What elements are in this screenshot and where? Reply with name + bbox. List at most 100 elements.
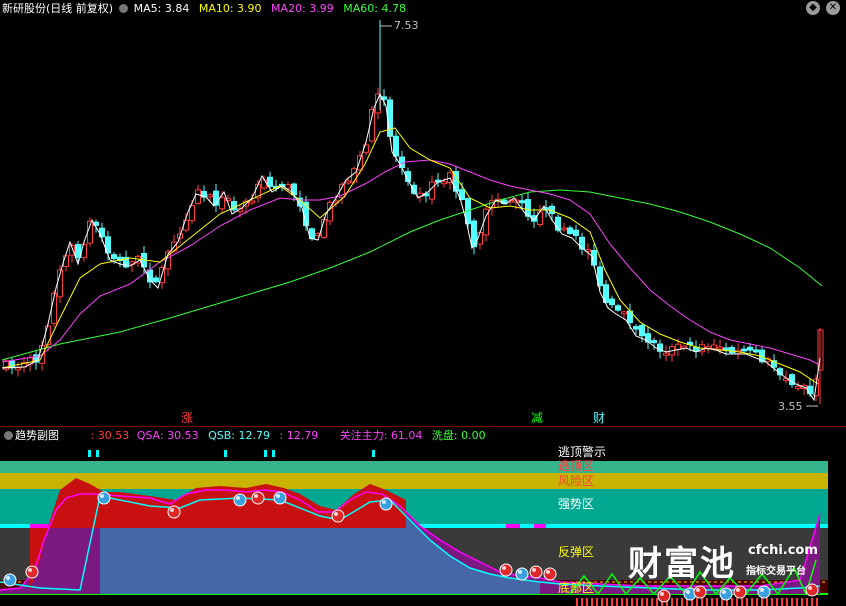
high-label: 7.53 — [394, 19, 419, 32]
signal-ball-blue-shine — [686, 590, 690, 594]
zone-label-zone5: 反弹区 — [558, 545, 594, 559]
candle-body — [429, 181, 435, 200]
candle-body — [561, 227, 567, 231]
bottom-tick — [641, 598, 643, 606]
candle-body — [609, 298, 615, 306]
candle-body — [795, 385, 801, 389]
signal-label-zhang: 涨 — [181, 410, 193, 425]
bottom-tick — [706, 598, 708, 606]
signal-ball-red-shine — [502, 566, 506, 570]
bottom-tick — [756, 598, 758, 606]
sub-title[interactable]: 趋势副图 — [15, 427, 59, 445]
value-4: : 12.79 — [279, 429, 319, 442]
signal-ball-red-shine — [546, 570, 550, 574]
signal-ball-red — [167, 505, 181, 519]
candle-body — [633, 326, 639, 330]
stock-title[interactable]: 新研股份(日线 前复权) — [2, 0, 113, 18]
bottom-tick — [791, 598, 793, 606]
bottom-tick — [606, 598, 608, 606]
ma5-value: 3.84 — [164, 2, 190, 15]
signal-ball-red-shine — [532, 568, 536, 572]
close-button[interactable]: ✕ — [826, 1, 840, 15]
signal-ball-red-shine — [808, 586, 812, 590]
bottom-tick — [646, 598, 648, 606]
ma5-label: MA5: — [133, 2, 162, 15]
zone-label-zone6: 底部区 — [558, 580, 594, 595]
bottom-tick — [816, 598, 818, 606]
bottom-tick — [786, 598, 788, 606]
zone-label-zone4: 强势区 — [558, 497, 594, 511]
signal-ball-blue — [273, 491, 287, 505]
signal-tick — [96, 450, 99, 457]
bottom-tick — [701, 598, 703, 606]
zone-label-zone2: 逃顶区 — [558, 459, 594, 473]
gzzl-value: 61.04 — [390, 429, 423, 442]
ma20-label: MA20: — [271, 2, 306, 15]
zone-band-risk — [0, 473, 828, 489]
candle-body — [573, 229, 579, 236]
qsa-value: 30.53 — [167, 429, 199, 442]
bottom-tick — [761, 598, 763, 606]
signal-ball-red — [733, 585, 747, 599]
candle-body — [441, 181, 447, 185]
bottom-tick — [806, 598, 808, 606]
signal-ball-blue-shine — [236, 496, 240, 500]
candle-body — [651, 340, 657, 344]
watermark-slogan: 指标交易平台 — [746, 566, 806, 577]
zone-label-zone3: 风险区 — [558, 473, 594, 488]
candle-body — [387, 99, 393, 137]
bottom-tick — [676, 598, 678, 606]
bottom-tick — [591, 598, 593, 606]
bottom-tick — [811, 598, 813, 606]
signal-label-jian: 减 — [531, 411, 543, 425]
ma10-value: 3.90 — [237, 2, 262, 15]
signal-ball-blue-shine — [276, 494, 280, 498]
signal-ball-blue — [233, 493, 247, 507]
candle-body — [411, 184, 417, 194]
candle-body — [15, 367, 21, 371]
chevron-down-icon[interactable] — [119, 4, 129, 13]
signal-ball-blue-shine — [382, 500, 386, 504]
candle-body — [717, 346, 723, 350]
bottom-tick — [581, 598, 583, 606]
candle-body — [663, 352, 669, 356]
ma60-value: 4.78 — [381, 2, 406, 15]
signal-ball-red-shine — [254, 494, 258, 498]
candle-body — [615, 305, 621, 311]
signal-ball-red — [693, 585, 707, 599]
ma60-label: MA60: — [343, 2, 378, 15]
bottom-tick — [671, 598, 673, 606]
chevron-down-icon[interactable] — [4, 431, 13, 440]
candle-body — [195, 189, 201, 204]
xp-label: 洗盘: — [431, 429, 458, 442]
watermark-brand: 财富池 — [628, 544, 736, 584]
candle-body — [645, 333, 651, 343]
zoom-button[interactable]: ◆ — [806, 1, 820, 15]
bottom-tick — [751, 598, 753, 606]
signal-ball-blue-shine — [760, 588, 764, 592]
bottom-tick — [731, 598, 733, 606]
bottom-tick — [796, 598, 798, 606]
bottom-tick — [781, 598, 783, 606]
bottom-tick — [596, 598, 598, 606]
candle-body — [693, 346, 699, 352]
value-1: : 30.53 — [90, 429, 130, 442]
bottom-tick — [696, 598, 698, 606]
bottom-tick — [621, 598, 623, 606]
candle-body — [249, 200, 255, 204]
bottom-tick — [651, 598, 653, 606]
bottom-tick — [776, 598, 778, 606]
signal-ball-red — [529, 565, 543, 579]
sub-chart-header: 趋势副图 : 30.53 QSA: 30.53 QSB: 12.79 : 12.… — [0, 426, 846, 445]
candle-body — [207, 194, 213, 198]
candle-body — [75, 244, 81, 259]
watermark-logo: 财富池 — [628, 536, 736, 585]
candle-body — [9, 360, 15, 369]
candlestick-chart[interactable]: 7.53 3.55 涨 减 财 — [0, 18, 846, 426]
signal-tick — [224, 450, 227, 457]
signal-tick — [272, 450, 275, 457]
bottom-tick — [711, 598, 713, 606]
candle-body — [723, 347, 729, 351]
signal-ball-blue — [515, 567, 529, 581]
bottom-tick — [631, 598, 633, 606]
